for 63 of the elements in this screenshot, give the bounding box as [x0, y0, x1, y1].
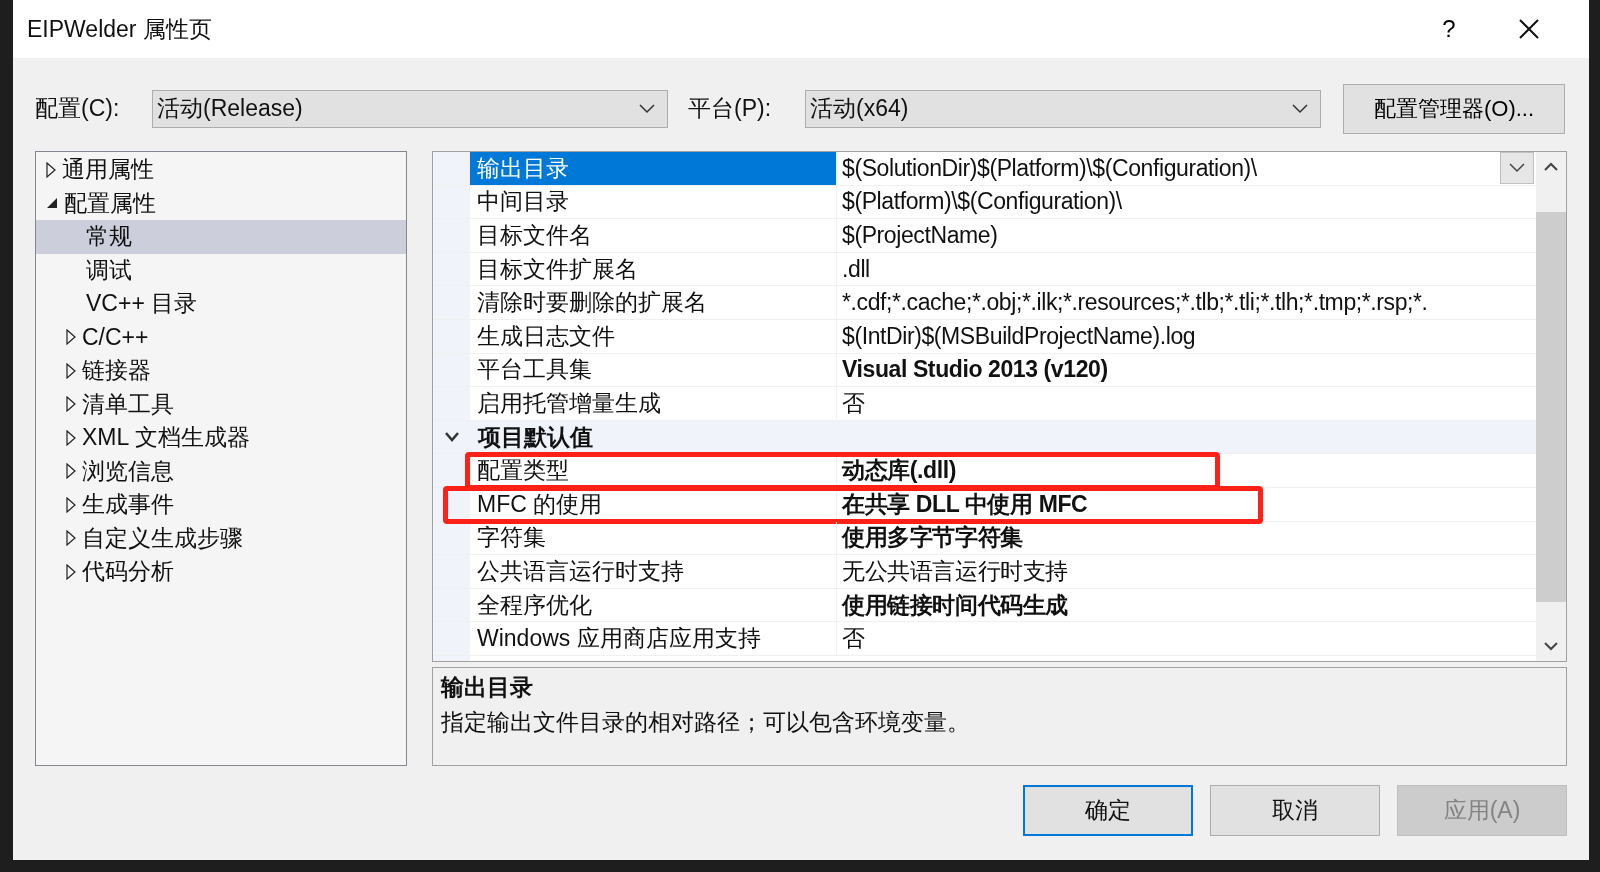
tree-item[interactable]: 常规: [36, 220, 406, 254]
property-value: .dll: [841, 254, 871, 284]
property-name[interactable]: 全程序优化: [470, 588, 837, 622]
help-button[interactable]: ?: [1419, 4, 1479, 54]
property-value: 无公共语言运行时支持: [841, 556, 1069, 586]
configuration-dropdown[interactable]: 活动(Release): [152, 89, 668, 128]
tree-item[interactable]: XML 文档生成器: [36, 421, 406, 455]
window-title: EIPWelder 属性页: [27, 14, 213, 44]
property-name[interactable]: 目标文件名: [470, 219, 837, 252]
tree-item[interactable]: 通用属性: [36, 153, 406, 187]
property-name[interactable]: MFC 的使用: [470, 487, 837, 521]
property-value: $(Platform)\$(Configuration)\: [841, 187, 1123, 217]
tree-item[interactable]: VC++ 目录: [36, 287, 406, 321]
property-name[interactable]: 生成日志文件: [470, 319, 837, 353]
tree-item[interactable]: C/C++: [36, 320, 406, 354]
tree-item[interactable]: 调试: [36, 253, 406, 287]
chevron-down-icon: [1509, 162, 1525, 173]
scroll-up-icon[interactable]: [1544, 162, 1558, 172]
close-icon: [1518, 18, 1540, 40]
property-name[interactable]: 清除时要删除的扩展名: [470, 286, 837, 319]
description-text: 指定输出文件目录的相对路径；可以包含环境变量。: [441, 708, 971, 737]
tree-item[interactable]: 配置属性: [36, 186, 406, 220]
property-value: $(ProjectName): [841, 221, 999, 250]
property-value: $(IntDir)$(MSBuildProjectName).log: [841, 321, 1197, 351]
property-value: 使用多字节字符集: [840, 523, 1024, 553]
scrollbar-thumb[interactable]: [1536, 211, 1566, 602]
tree-item[interactable]: 浏览信息: [36, 454, 406, 488]
property-name[interactable]: 启用托管增量生成: [470, 387, 837, 420]
chevron-down-icon: [639, 103, 655, 114]
tree-item[interactable]: 生成事件: [36, 488, 406, 522]
property-value: $(SolutionDir)$(Platform)\$(Configuration)\: [841, 153, 1258, 183]
scrollbar[interactable]: [1536, 152, 1566, 661]
chevron-down-icon[interactable]: [443, 431, 460, 444]
property-value: 否: [841, 388, 866, 418]
tree-item[interactable]: 自定义生成步骤: [36, 521, 406, 555]
platform-label: 平台(P):: [688, 94, 773, 123]
dialog-button[interactable]: 取消: [1210, 784, 1380, 836]
category-heading: 项目默认值: [476, 422, 593, 452]
property-value: 动态库(.dll): [840, 456, 957, 486]
dialog-button[interactable]: 确定: [1023, 784, 1193, 836]
tree-item[interactable]: 清单工具: [36, 387, 406, 421]
property-value: Visual Studio 2013 (v120): [841, 355, 1109, 385]
property-name[interactable]: 字符集: [470, 521, 837, 555]
property-name[interactable]: Windows 应用商店应用支持: [470, 622, 837, 655]
scroll-down-icon[interactable]: [1544, 641, 1558, 651]
property-value: 否: [841, 624, 866, 654]
tree-item[interactable]: 代码分析: [36, 555, 406, 589]
property-name[interactable]: 平台工具集: [470, 353, 837, 387]
property-value: *.cdf;*.cache;*.obj;*.ilk;*.resources;*.tlb;*.tli;*.tlh;*.tmp;*.rsp;*.: [841, 288, 1429, 318]
property-name[interactable]: 配置类型: [470, 454, 837, 487]
property-name[interactable]: 目标文件扩展名: [470, 252, 837, 286]
platform-dropdown[interactable]: 活动(x64): [805, 89, 1321, 128]
description-title: 输出目录: [441, 673, 534, 702]
configuration-label: 配置(C):: [35, 94, 121, 123]
property-value: 使用链接时间代码生成: [840, 590, 1069, 620]
property-name[interactable]: 中间目录: [470, 185, 837, 219]
chevron-down-icon: [1292, 103, 1308, 114]
property-name[interactable]: 输出目录: [470, 152, 837, 185]
tree-item[interactable]: 链接器: [36, 354, 406, 388]
dropdown-button[interactable]: [1500, 152, 1534, 184]
configuration-manager-button[interactable]: 配置管理器(O)...: [1343, 83, 1565, 134]
property-name[interactable]: 公共语言运行时支持: [470, 555, 837, 588]
property-value: 在共享 DLL 中使用 MFC: [840, 489, 1089, 519]
